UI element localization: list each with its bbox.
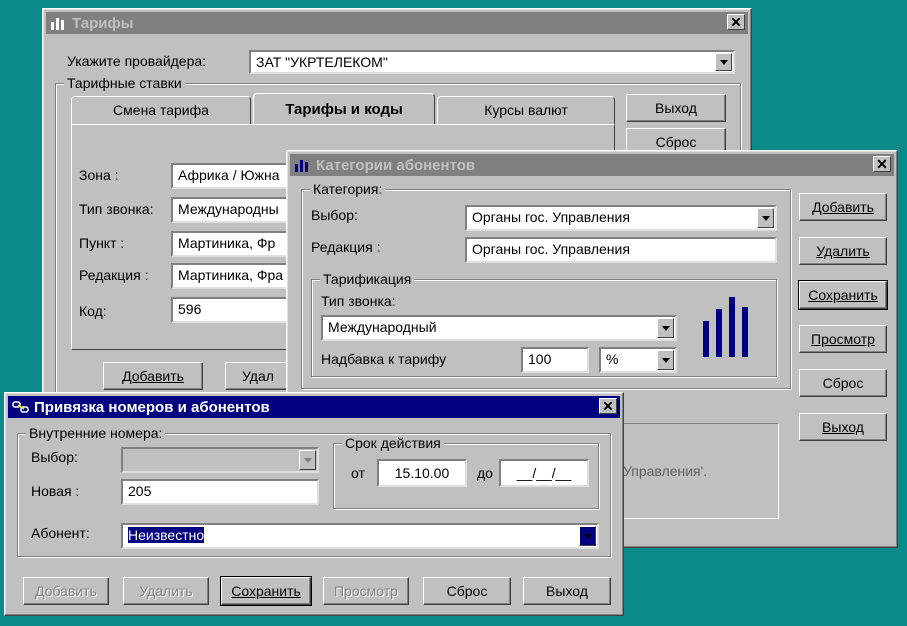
exit-button[interactable]: Выход [523,577,611,605]
zone-field[interactable]: Африка / Южна [171,163,289,189]
chevron-down-icon[interactable] [657,318,674,338]
save-button[interactable]: Сохранить [798,280,888,310]
app-chart-icon [294,157,312,173]
zone-label: Зона : [79,167,119,183]
chevron-down-icon[interactable] [299,450,316,470]
chevron-down-icon[interactable] [715,53,732,71]
edition-label: Редакция : [79,267,149,283]
binding-titlebar[interactable]: Привязка номеров и абонентов ✕ [8,396,620,418]
to-label: до [477,465,493,481]
group-label: Категория: [310,181,386,197]
delete-button[interactable]: Удал [225,362,295,390]
choice-label: Выбор: [31,449,78,465]
code-field[interactable]: 596 [171,297,289,323]
delete-button[interactable]: Удалить [799,237,887,265]
window-title: Привязка номеров и абонентов [34,398,270,416]
provider-select[interactable]: ЗАТ "УКРТЕЛЕКОМ" [249,50,735,74]
tab-currency-rates[interactable]: Курсы валют [437,96,615,124]
save-button[interactable]: Сохранить [220,576,312,606]
provider-label: Укажите провайдера: [67,53,207,69]
choice-select[interactable]: Органы гос. Управления [465,205,777,231]
code-label: Код: [79,303,107,319]
point-label: Пункт : [79,235,125,251]
reset-button[interactable]: Сброс [799,369,887,397]
tariffs-titlebar[interactable]: Тарифы ✕ [46,12,748,34]
call-type-field[interactable]: Международны [171,197,289,223]
tab-change-tariff[interactable]: Смена тарифа [71,96,251,124]
add-button[interactable]: Добавить [23,577,109,605]
close-icon[interactable]: ✕ [873,156,891,172]
add-button[interactable]: Добавить [103,362,203,390]
choice-label: Выбор: [311,207,358,223]
add-button[interactable]: Добавить [799,193,887,221]
info-text: Управления'. [623,463,708,479]
choice-select[interactable] [121,447,319,473]
call-type-label: Тип звонка: [321,293,396,309]
app-chart-icon [50,15,68,31]
tab-tariffs-codes[interactable]: Тарифы и коды [253,93,435,125]
view-button[interactable]: Просмотр [799,325,887,353]
from-date-field[interactable]: 15.10.00 [377,459,467,487]
edition-field[interactable]: Органы гос. Управления [465,237,777,263]
chevron-down-icon[interactable] [657,350,674,370]
chevron-down-icon[interactable] [579,526,596,546]
new-label: Новая : [31,483,80,499]
link-icon [12,399,30,415]
delete-button[interactable]: Удалить [123,577,209,605]
edition-label: Редакция : [311,239,381,255]
markup-unit-select[interactable]: % [599,347,677,373]
markup-label: Надбавка к тарифу [321,351,447,367]
exit-button[interactable]: Выход [799,413,887,441]
point-field[interactable]: Мартиника, Фр [171,231,289,257]
exit-button[interactable]: Выход [626,94,726,122]
subscriber-label: Абонент: [31,525,90,541]
edition-field[interactable]: Мартиника, Фра [171,263,289,289]
close-icon[interactable]: ✕ [727,14,745,30]
subscriber-select[interactable]: Неизвестно [121,523,599,549]
group-label: Срок действия [342,435,444,451]
call-type-select[interactable]: Международный [321,315,677,341]
view-button[interactable]: Просмотр [323,577,409,605]
binding-window: Привязка номеров и абонентов ✕ Внутренни… [4,392,624,616]
reset-button[interactable]: Сброс [423,577,511,605]
group-label: Тарификация [320,271,415,287]
categories-titlebar[interactable]: Категории абонентов ✕ [290,154,894,176]
chevron-down-icon[interactable] [757,208,774,228]
group-label: Внутренние номера: [26,425,166,441]
markup-field[interactable]: 100 [521,347,589,373]
call-type-label: Тип звонка: [79,201,154,217]
bar-chart-icon [703,295,763,357]
from-label: от [351,465,365,481]
window-title: Тарифы [72,14,134,32]
new-number-field[interactable]: 205 [121,479,319,505]
to-date-field[interactable]: __/__/__ [499,459,589,487]
window-title: Категории абонентов [316,156,476,174]
group-label: Тарифные ставки [64,75,185,91]
close-icon[interactable]: ✕ [599,398,617,414]
